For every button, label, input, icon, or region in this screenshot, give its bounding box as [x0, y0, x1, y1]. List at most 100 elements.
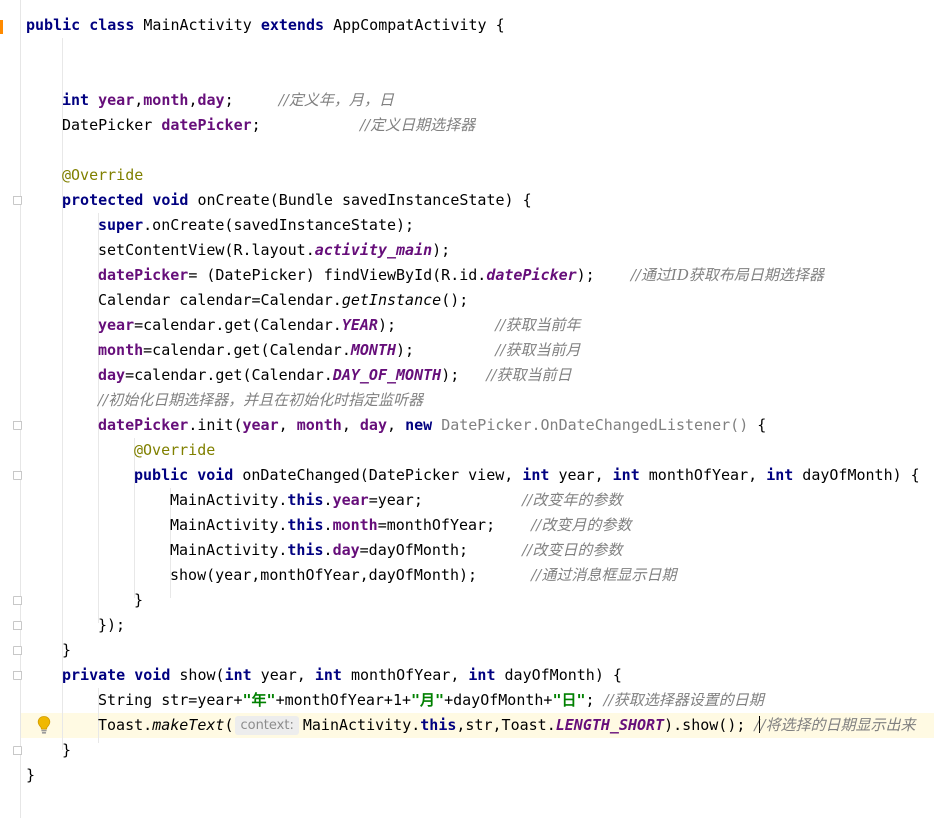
code-line[interactable]: //初始化日期选择器，并且在初始化时指定监听器: [98, 388, 423, 413]
fold-marker-show[interactable]: [13, 671, 22, 680]
comment: //通过ID获取布局日期选择器: [630, 266, 824, 284]
code-line[interactable]: year=calendar.get(Calendar.YEAR); //获取当前…: [98, 313, 580, 338]
lightbulb-icon[interactable]: [36, 715, 52, 735]
fold-marker-listener[interactable]: [13, 421, 22, 430]
editor-gutter[interactable]: [0, 0, 22, 818]
brace: {: [495, 16, 505, 34]
static-field: YEAR: [341, 316, 378, 334]
code-text: MainActivity.: [170, 541, 288, 559]
code-text: ();: [441, 291, 469, 309]
keyword: int: [224, 666, 252, 684]
code-line[interactable]: show(year,monthOfYear,dayOfMonth); //通过消…: [170, 563, 676, 588]
comment: //获取选择器设置的日期: [603, 691, 764, 709]
code-text: year,: [549, 466, 613, 484]
code-text: String str=year+: [98, 691, 243, 709]
field: year: [98, 316, 135, 334]
code-text: setContentView(R.layout.: [98, 241, 315, 259]
fold-marker-ondatechanged[interactable]: [13, 471, 22, 480]
static-method: makeText: [152, 716, 225, 734]
code-text: );: [396, 341, 415, 359]
field: year: [332, 491, 369, 509]
comment: //定义年，月，日: [278, 91, 394, 109]
code-line[interactable]: MainActivity.this.month=monthOfYear; //改…: [170, 513, 631, 538]
field: month: [332, 516, 378, 534]
code-editor[interactable]: public class MainActivity extends AppCom…: [0, 0, 934, 818]
field: day: [359, 416, 387, 434]
field: month: [98, 341, 144, 359]
code-text: year,: [251, 666, 315, 684]
code-text: +monthOfYear+1+: [275, 691, 412, 709]
punct: ,: [278, 416, 297, 434]
keyword: class: [89, 16, 135, 34]
code-line[interactable]: MainActivity.this.year=year; //改变年的参数: [170, 488, 622, 513]
code-text: = (DatePicker) findViewById(R.id.: [188, 266, 487, 284]
field: day: [332, 541, 360, 559]
code-text: =calendar.get(Calendar.: [134, 316, 342, 334]
keyword: super: [98, 216, 144, 234]
code-text: dayOfMonth) {: [793, 466, 920, 484]
code-line[interactable]: DatePicker datePicker; //定义日期选择器: [62, 113, 475, 138]
punct: ;: [251, 116, 261, 134]
field: year: [242, 416, 279, 434]
code-line[interactable]: String str=year+"年"+monthOfYear+1+"月"+da…: [98, 688, 764, 713]
code-text: );: [377, 316, 397, 334]
code-line[interactable]: super.onCreate(savedInstanceState);: [98, 213, 414, 238]
code-line[interactable]: public class MainActivity extends AppCom…: [26, 13, 505, 38]
keyword: int: [612, 466, 640, 484]
comment: //获取当前日: [486, 366, 572, 384]
code-line[interactable]: @Override: [62, 163, 143, 188]
code-line[interactable]: setContentView(R.layout.activity_main);: [98, 238, 450, 263]
comment: //改变日的参数: [522, 541, 623, 559]
code-text: .init(: [188, 416, 243, 434]
code-text: ;: [585, 691, 595, 709]
keyword: int: [522, 466, 550, 484]
code-line[interactable]: public void onDateChanged(DatePicker vie…: [134, 463, 920, 488]
code-line-current[interactable]: Toast.makeText(context: MainActivity.this…: [98, 713, 916, 738]
field: month: [143, 91, 189, 109]
code-text: });: [98, 616, 126, 634]
fold-end-listener[interactable]: [13, 621, 22, 630]
code-text: Calendar calendar=Calendar.: [98, 291, 342, 309]
keyword: public: [134, 466, 189, 484]
comment: //获取当前年: [495, 316, 581, 334]
code-line[interactable]: }: [134, 588, 143, 613]
code-text: onDateChanged(DatePicker view,: [242, 466, 523, 484]
keyword: void: [197, 466, 234, 484]
punct: ,: [134, 91, 144, 109]
code-line[interactable]: datePicker.init(year, month, day, new Da…: [98, 413, 766, 438]
code-line[interactable]: }: [62, 638, 71, 663]
fold-end-ondatechanged[interactable]: [13, 596, 22, 605]
code-text: monthOfYear,: [639, 466, 767, 484]
code-line[interactable]: });: [98, 613, 125, 638]
string-literal: "日": [552, 691, 586, 709]
keyword: this: [287, 516, 324, 534]
code-line[interactable]: day=calendar.get(Calendar.DAY_OF_MONTH);…: [98, 363, 571, 388]
code-line[interactable]: @Override: [134, 438, 215, 463]
comment: //获取当前月: [495, 341, 581, 359]
fold-end-show[interactable]: [13, 746, 22, 755]
field: datePicker: [98, 266, 189, 284]
code-line[interactable]: protected void onCreate(Bundle savedInst…: [62, 188, 532, 213]
code-text: .onCreate(savedInstanceState);: [143, 216, 415, 234]
code-line[interactable]: private void show(int year, int monthOfY…: [62, 663, 622, 688]
code-line[interactable]: datePicker= (DatePicker) findViewById(R.…: [98, 263, 824, 288]
code-line[interactable]: MainActivity.this.day=dayOfMonth; //改变日的…: [170, 538, 622, 563]
code-line[interactable]: month=calendar.get(Calendar.MONTH); //获取…: [98, 338, 580, 363]
code-line[interactable]: }: [26, 763, 35, 788]
code-text: MainActivity.: [170, 516, 288, 534]
class-name: MainActivity: [143, 16, 252, 34]
code-line[interactable]: int year,month,day; //定义年，月，日: [62, 88, 394, 113]
code-text: );: [576, 266, 595, 284]
type-name: DatePicker: [62, 116, 153, 134]
code-line[interactable]: Calendar calendar=Calendar.getInstance()…: [98, 288, 468, 313]
punct: ,: [387, 416, 406, 434]
punct: .: [323, 516, 333, 534]
code-line[interactable]: }: [62, 738, 71, 763]
keyword: this: [287, 491, 324, 509]
code-text: {: [748, 416, 767, 434]
fold-marker-oncreate[interactable]: [13, 196, 22, 205]
string-literal: "月": [411, 691, 445, 709]
change-marker: [0, 20, 3, 34]
comment: //改变月的参数: [531, 516, 632, 534]
fold-end-oncreate[interactable]: [13, 646, 22, 655]
